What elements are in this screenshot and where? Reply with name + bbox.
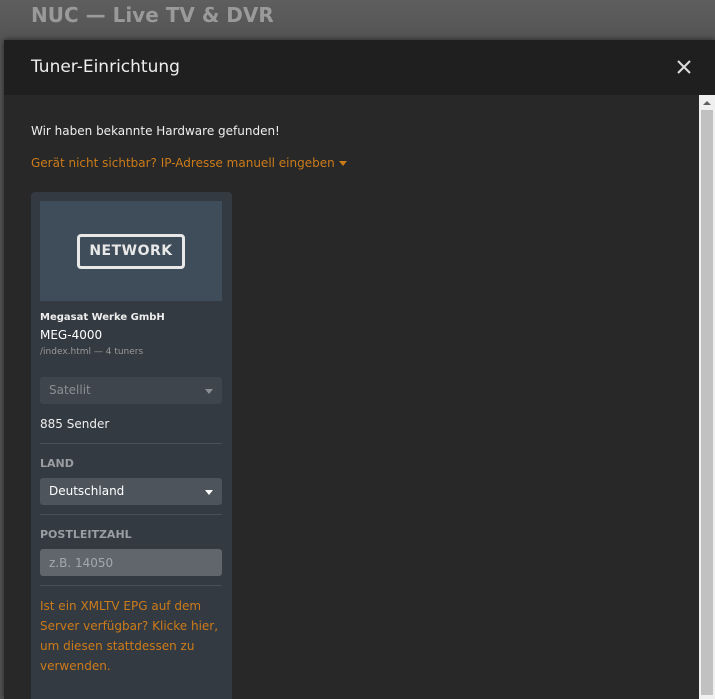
- xmltv-epg-link[interactable]: Ist ein XMLTV EPG auf dem Server verfügb…: [40, 596, 230, 676]
- device-meta: /index.html — 4 tuners: [40, 347, 144, 357]
- close-button[interactable]: [674, 57, 694, 77]
- vertical-scrollbar[interactable]: [699, 95, 715, 699]
- scroll-up-button[interactable]: [699, 95, 715, 109]
- divider: [40, 443, 222, 444]
- background-page-title: NUC — Live TV & DVR: [31, 3, 274, 27]
- caret-down-icon: [338, 161, 347, 166]
- modal-body: Wir haben bekannte Hardware gefunden! Ge…: [4, 95, 699, 699]
- zip-label: POSTLEITZAHL: [40, 528, 132, 541]
- device-image: NETWORK: [40, 201, 222, 301]
- country-label: LAND: [40, 457, 74, 470]
- background-header: NUC — Live TV & DVR: [0, 0, 715, 40]
- network-badge: NETWORK: [77, 234, 185, 269]
- divider: [40, 585, 222, 586]
- device-card: NETWORK Megasat Werke GmbH MEG-4000 /ind…: [31, 192, 232, 699]
- manual-ip-link[interactable]: Gerät nicht sichtbar? IP-Adresse manuell…: [31, 156, 347, 170]
- device-model: MEG-4000: [40, 328, 103, 342]
- chevron-down-icon: [205, 490, 213, 495]
- manual-ip-link-label: Gerät nicht sichtbar? IP-Adresse manuell…: [31, 156, 335, 170]
- divider: [40, 514, 222, 515]
- modal-title: Tuner-Einrichtung: [31, 57, 180, 77]
- scroll-up-arrow-icon: [703, 101, 711, 105]
- country-select[interactable]: Deutschland: [40, 478, 222, 505]
- scrollbar-thumb[interactable]: [701, 110, 713, 695]
- source-type-value: Satellit: [49, 383, 91, 397]
- country-value: Deutschland: [49, 484, 125, 498]
- tuner-setup-modal: Tuner-Einrichtung Wir haben bekannte Har…: [4, 40, 715, 699]
- source-type-select[interactable]: Satellit: [40, 377, 222, 404]
- hardware-found-message: Wir haben bekannte Hardware gefunden!: [31, 124, 280, 138]
- close-icon: [677, 60, 691, 74]
- modal-header: Tuner-Einrichtung: [4, 40, 715, 95]
- device-manufacturer: Megasat Werke GmbH: [40, 312, 165, 323]
- channel-count: 885 Sender: [40, 417, 110, 431]
- zip-input[interactable]: [40, 549, 222, 576]
- chevron-down-icon: [205, 389, 213, 394]
